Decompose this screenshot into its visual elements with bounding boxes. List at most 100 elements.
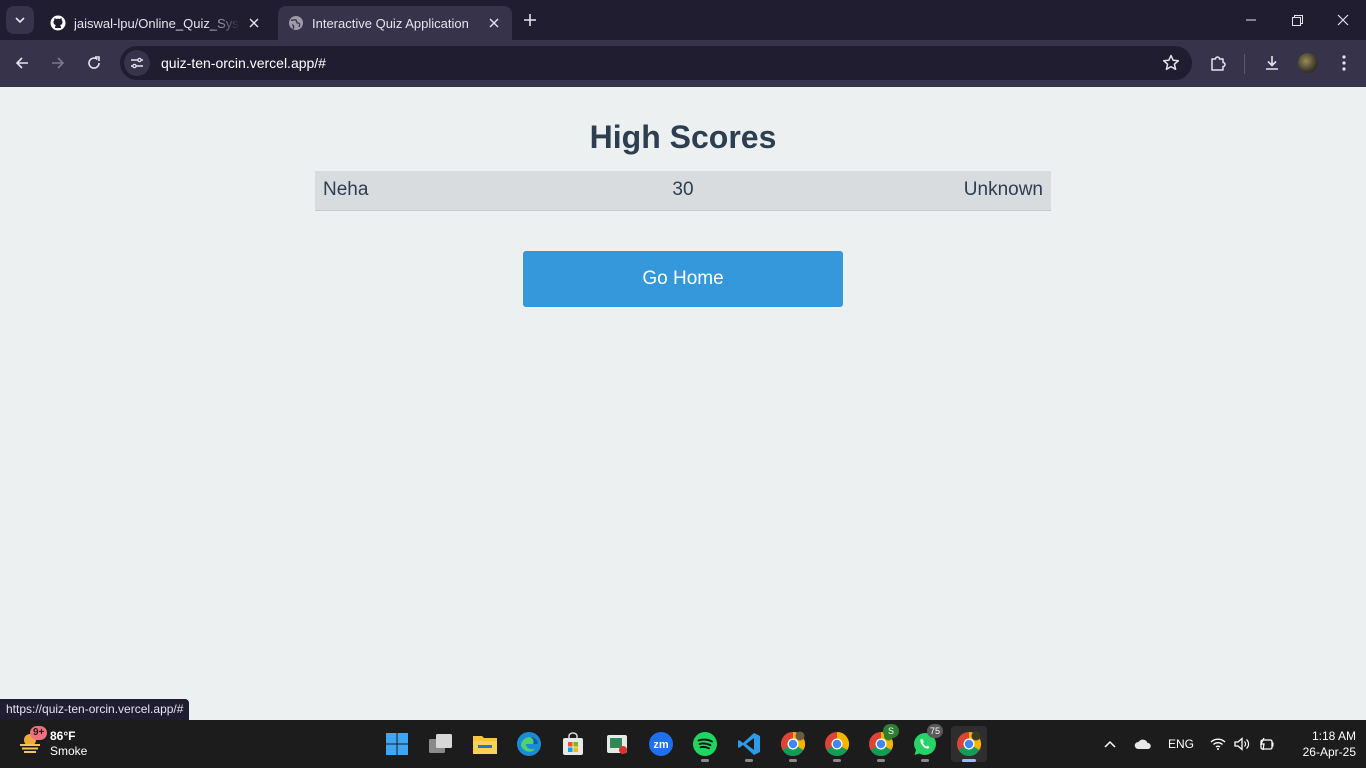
volume-button[interactable] — [1232, 720, 1252, 768]
running-indicator — [789, 759, 797, 762]
close-tab-icon[interactable] — [246, 15, 262, 31]
toolbar-divider — [1244, 54, 1245, 74]
running-indicator — [921, 759, 929, 762]
wifi-button[interactable] — [1208, 720, 1228, 768]
clock-date: 26-Apr-25 — [1302, 745, 1356, 759]
arrow-left-icon — [15, 57, 28, 69]
back-button[interactable] — [7, 48, 37, 78]
chrome-profile-2-button[interactable] — [819, 726, 855, 762]
browser-toolbar: quiz-ten-orcin.vercel.app/# — [0, 40, 1366, 87]
snipping-tool-button[interactable] — [599, 726, 635, 762]
chevron-down-icon — [15, 17, 25, 24]
minimize-icon — [1246, 19, 1256, 21]
new-tab-button[interactable] — [518, 8, 542, 32]
status-bar-url: https://quiz-ten-orcin.vercel.app/# — [0, 699, 190, 720]
downloads-button[interactable] — [1257, 48, 1287, 78]
show-hidden-icons-button[interactable] — [1099, 720, 1121, 768]
address-bar[interactable]: quiz-ten-orcin.vercel.app/# — [120, 46, 1192, 80]
page-content: High Scores Neha 30 Unknown Go Home — [0, 87, 1366, 720]
weather-alert-badge: 9+ — [30, 726, 48, 740]
edge-button[interactable] — [511, 726, 547, 762]
running-indicator — [701, 759, 709, 762]
battery-charging-icon — [1260, 737, 1274, 751]
download-icon — [1266, 56, 1278, 70]
svg-text:zm: zm — [653, 739, 669, 751]
page-title: High Scores — [589, 119, 777, 155]
spotify-button[interactable] — [687, 726, 723, 762]
zoom-button[interactable]: zm — [643, 726, 679, 762]
go-home-button[interactable]: Go Home — [523, 251, 843, 307]
file-explorer-button[interactable] — [467, 726, 503, 762]
system-clock[interactable]: 1:18 AM 26-Apr-25 — [1282, 728, 1356, 760]
weather-temperature: 86°F — [50, 729, 76, 743]
microsoft-store-button[interactable] — [555, 726, 591, 762]
tab-title: Interactive Quiz Application — [312, 15, 469, 31]
restore-icon — [1291, 14, 1303, 26]
whatsapp-button[interactable]: 75 — [907, 724, 943, 762]
vscode-button[interactable] — [731, 726, 767, 762]
vscode-icon — [738, 733, 760, 755]
chrome-active-button[interactable] — [951, 726, 987, 762]
chevron-up-icon — [1104, 740, 1116, 748]
chrome-icon — [780, 731, 806, 757]
more-vertical-icon — [1342, 55, 1346, 71]
tab-github[interactable]: jaiswal-lpu/Online_Quiz_System — [40, 6, 272, 40]
bookmark-star-icon[interactable] — [1162, 54, 1180, 72]
puzzle-icon — [1211, 56, 1226, 71]
globe-icon — [289, 16, 303, 30]
speaker-icon — [1234, 737, 1250, 751]
tab-search-button[interactable] — [6, 6, 34, 34]
table-row: Neha 30 Unknown — [315, 171, 1051, 210]
browser-tab-strip: jaiswal-lpu/Online_Quiz_System Interacti… — [0, 0, 1366, 40]
restore-button[interactable] — [1274, 0, 1320, 40]
player-score: 30 — [672, 179, 694, 201]
running-indicator — [833, 759, 841, 762]
windows-taskbar: 9+ 86°F Smoke zm S 75 ENG 1:18 AM 26-Apr… — [0, 720, 1366, 768]
github-icon — [50, 15, 66, 31]
battery-button[interactable] — [1256, 720, 1276, 768]
chrome-icon — [957, 731, 982, 757]
arrow-right-icon — [52, 57, 65, 69]
player-name: Neha — [323, 179, 369, 201]
weather-condition: Smoke — [50, 744, 88, 758]
whatsapp-unread-badge: 75 — [926, 724, 943, 738]
site-info-button[interactable] — [124, 50, 150, 76]
spotify-icon — [693, 732, 717, 756]
chrome-profile-badge: S — [883, 724, 899, 738]
high-scores-table: Neha 30 Unknown — [315, 171, 1051, 211]
snipping-icon — [607, 735, 627, 754]
minimize-button[interactable] — [1228, 0, 1274, 40]
chrome-icon — [825, 732, 850, 757]
language-indicator[interactable]: ENG — [1164, 720, 1198, 768]
store-bag-icon — [563, 732, 583, 755]
windows-logo-icon — [386, 733, 408, 755]
close-tab-icon[interactable] — [486, 15, 502, 31]
task-view-button[interactable] — [423, 726, 459, 762]
running-indicator — [962, 759, 976, 762]
close-window-button[interactable] — [1320, 0, 1366, 40]
tab-title: jaiswal-lpu/Online_Quiz_System — [74, 15, 240, 31]
profile-avatar[interactable] — [1298, 53, 1318, 73]
onedrive-button[interactable] — [1131, 720, 1155, 768]
browser-menu-button[interactable] — [1329, 48, 1359, 78]
chrome-profile-1-button[interactable] — [775, 726, 811, 762]
folder-icon — [473, 736, 497, 754]
edge-icon — [517, 732, 541, 756]
plus-icon — [524, 14, 536, 26]
close-icon — [1337, 14, 1349, 26]
tab-quiz-app[interactable]: Interactive Quiz Application — [278, 6, 512, 40]
extensions-button[interactable] — [1203, 48, 1233, 78]
weather-widget[interactable]: 9+ 86°F Smoke — [16, 726, 116, 762]
url-text[interactable]: quiz-ten-orcin.vercel.app/# — [161, 55, 326, 71]
cloud-icon — [1134, 739, 1151, 749]
wifi-icon — [1210, 738, 1226, 750]
reload-button[interactable] — [79, 48, 109, 78]
start-button[interactable] — [379, 726, 415, 762]
forward-button[interactable] — [43, 48, 73, 78]
running-indicator — [877, 759, 885, 762]
score-date: Unknown — [963, 179, 1043, 201]
tune-icon — [131, 57, 143, 69]
running-indicator — [745, 759, 753, 762]
chrome-profile-3-button[interactable]: S — [863, 724, 899, 762]
zoom-app-icon: zm — [649, 732, 673, 756]
